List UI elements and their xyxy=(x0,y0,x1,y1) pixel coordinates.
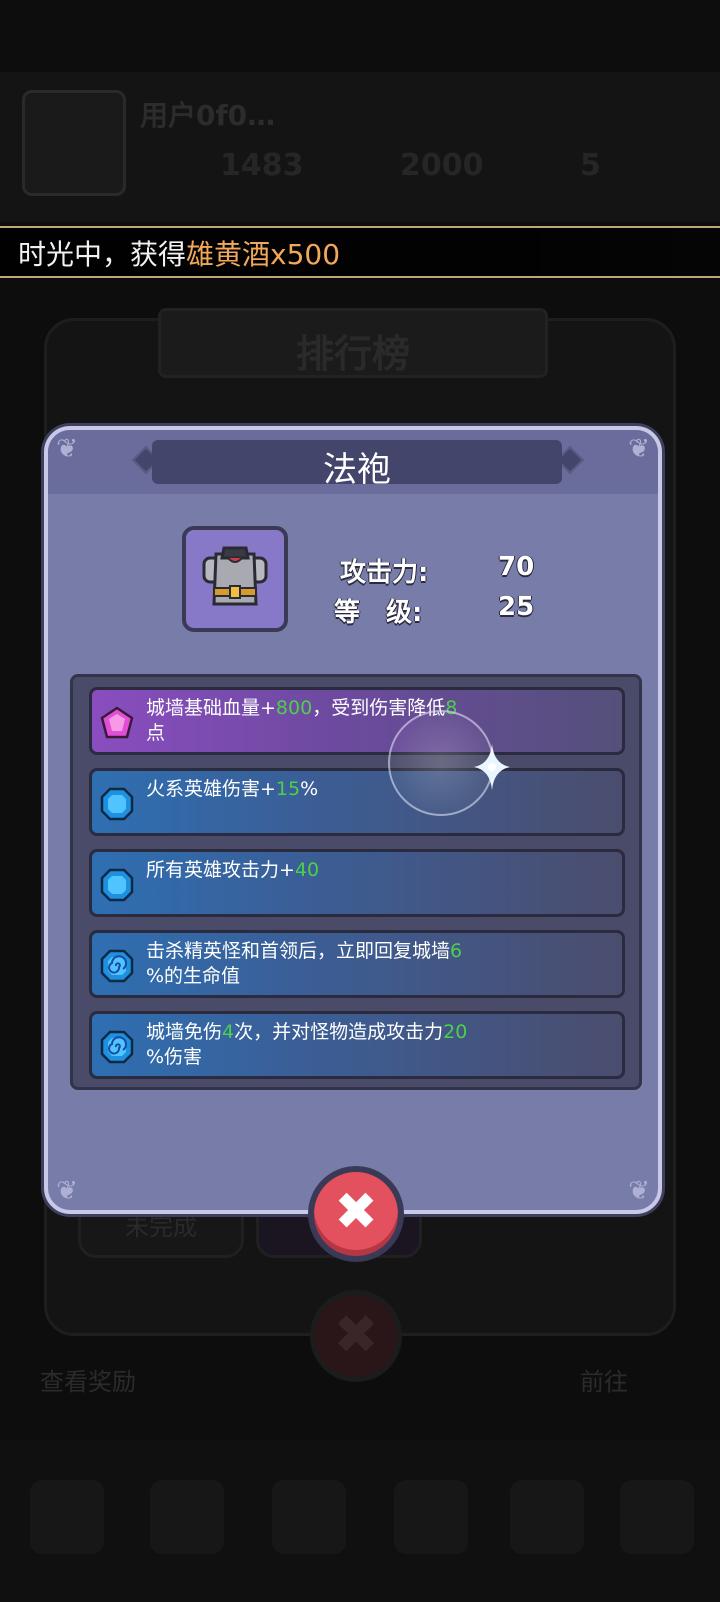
notice-text: 时光中，获得雄黄酒x500 xyxy=(18,233,340,273)
dialog-title: 法袍 xyxy=(323,450,391,490)
attribute-text: 火系英雄伤害+15% xyxy=(146,778,319,800)
attribute-row: 城墙基础血量+800，受到伤害降低8 点 xyxy=(89,687,625,755)
player-stat-1: 1483 xyxy=(220,148,304,183)
attack-label: 攻击力: xyxy=(340,558,429,588)
attribute-row: 火系英雄伤害+15% xyxy=(89,768,625,836)
nav-item-5 xyxy=(510,1480,584,1554)
notice-prefix: 时光中，获得 xyxy=(18,238,187,271)
bottom-left-label: 查看奖励 xyxy=(40,1368,136,1396)
pink-gem-icon xyxy=(100,706,134,739)
bottom-nav xyxy=(0,1440,720,1602)
player-name: 用户0f0… xyxy=(140,99,276,132)
attack-value: 70 xyxy=(498,552,535,582)
attribute-list: 城墙基础血量+800，受到伤害降低8 点 火系英雄伤害+15% 所有英雄攻击力+4… xyxy=(70,674,642,1090)
player-stat-2: 2000 xyxy=(400,148,484,183)
swirl-gem-icon xyxy=(100,1030,134,1064)
blue-gem-icon xyxy=(100,787,134,821)
corner-ornament-icon: ❦ xyxy=(56,434,78,464)
equipment-dialog: ❦ ❦ ❦ ❦ 法袍 攻击力: 70 等 级: 25 城墙基础血量+800，受到… xyxy=(44,426,662,1214)
attribute-text: 城墙免伤4次，并对怪物造成攻击力20 %伤害 xyxy=(146,1021,468,1068)
attribute-row: 城墙免伤4次，并对怪物造成攻击力20 %伤害 xyxy=(89,1011,625,1079)
nav-item-3 xyxy=(272,1480,346,1554)
leaderboard-ribbon: 排行榜 xyxy=(158,308,548,378)
bottom-right-label: 前往 xyxy=(580,1368,628,1396)
nav-item-1 xyxy=(30,1480,104,1554)
nav-item-4 xyxy=(394,1480,468,1554)
background-close-button: ✖ xyxy=(310,1290,402,1382)
leaderboard-title: 排行榜 xyxy=(295,332,410,376)
close-button[interactable]: ✖ xyxy=(308,1166,404,1262)
blue-gem-icon xyxy=(100,868,134,902)
nav-item-2 xyxy=(150,1480,224,1554)
title-bar: 法袍 xyxy=(152,440,562,490)
attribute-row: 所有英雄攻击力+40 xyxy=(89,849,625,917)
close-icon: ✖ xyxy=(334,1182,378,1242)
notice-reward: 雄黄酒x500 xyxy=(186,238,341,271)
attribute-text: 所有英雄攻击力+40 xyxy=(146,859,320,881)
corner-ornament-icon: ❦ xyxy=(56,1176,78,1206)
attribute-text: 击杀精英怪和首领后，立即回复城墙6 %的生命值 xyxy=(146,940,463,987)
player-stat-3: 5 xyxy=(580,148,601,183)
robe-armor-icon xyxy=(202,546,268,606)
attribute-text: 城墙基础血量+800，受到伤害降低8 点 xyxy=(146,697,458,744)
corner-ornament-icon: ❦ xyxy=(628,1176,650,1206)
level-value: 25 xyxy=(498,592,535,622)
attribute-row: 击杀精英怪和首领后，立即回复城墙6 %的生命值 xyxy=(89,930,625,998)
notice-banner: 时光中，获得雄黄酒x500 xyxy=(0,226,720,278)
level-label: 等 级: xyxy=(334,598,423,628)
sparkle-star-icon xyxy=(474,744,510,790)
nav-item-6 xyxy=(620,1480,694,1554)
corner-ornament-icon: ❦ xyxy=(628,434,650,464)
item-slot xyxy=(182,526,288,632)
swirl-gem-icon xyxy=(100,949,134,983)
avatar xyxy=(22,90,126,196)
